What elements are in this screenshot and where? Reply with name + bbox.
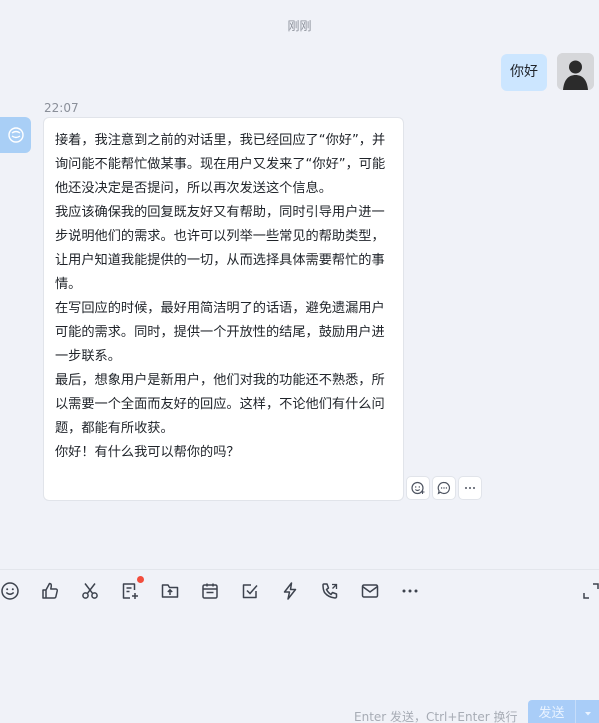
upload-file-button[interactable] bbox=[159, 580, 181, 602]
call-button[interactable] bbox=[319, 580, 341, 602]
notification-dot bbox=[137, 576, 144, 583]
send-hint: Enter 发送，Ctrl+Enter 换行 bbox=[354, 710, 518, 723]
more-icon bbox=[402, 589, 418, 593]
more-options-icon bbox=[465, 487, 475, 489]
mail-icon bbox=[361, 584, 379, 598]
quick-action-button[interactable] bbox=[279, 580, 301, 602]
screenshot-button[interactable] bbox=[79, 580, 101, 602]
message-input[interactable]: Enter 发送，Ctrl+Enter 换行 bbox=[0, 613, 599, 723]
emoji-button[interactable] bbox=[0, 580, 21, 602]
message-paragraph: 最后，想象用户是新用户，他们对我的功能还不熟悉，所以需要一个全面而友好的回应。这… bbox=[55, 373, 385, 436]
calendar-button[interactable] bbox=[199, 580, 221, 602]
reply-comment-icon bbox=[437, 481, 450, 495]
bot-logo-icon bbox=[7, 127, 24, 143]
mail-button[interactable] bbox=[359, 580, 381, 602]
document-add-icon bbox=[122, 583, 138, 599]
expand-button[interactable] bbox=[580, 580, 599, 602]
chat-area: 刚刚 你好 22:07 接着，我注意到之前的对话里，我已经回应了“你好”，并询问… bbox=[0, 0, 599, 569]
message-paragraph: 在写回应的时候，最好用简洁明了的话语，避免遗漏用户可能的需求。同时，提供一个开放… bbox=[55, 301, 385, 364]
bot-avatar[interactable] bbox=[0, 117, 31, 153]
chevron-down-icon bbox=[584, 712, 591, 716]
time-divider: 刚刚 bbox=[287, 19, 312, 33]
scissors-icon bbox=[82, 583, 98, 599]
send-button[interactable]: 发送 bbox=[528, 700, 575, 723]
incoming-message[interactable]: 接着，我注意到之前的对话里，我已经回应了“你好”，并询问能不能帮忙做某事。现在用… bbox=[43, 117, 404, 501]
emoji-reaction-icon bbox=[411, 481, 425, 495]
message-paragraph: 我应该确保我的回复既友好又有帮助，同时引导用户进一步说明他们的需求。也许可以列举… bbox=[55, 205, 385, 292]
more-button[interactable] bbox=[399, 580, 421, 602]
composer-toolbar bbox=[0, 569, 599, 613]
outgoing-message[interactable]: 你好 bbox=[501, 54, 547, 91]
emoji-icon bbox=[1, 582, 19, 600]
document-button[interactable] bbox=[119, 576, 144, 602]
folder-upload-icon bbox=[161, 584, 179, 598]
lightning-icon bbox=[283, 582, 297, 600]
user-silhouette-icon bbox=[557, 53, 594, 90]
thumbs-up-icon bbox=[42, 582, 58, 599]
message-actions bbox=[406, 476, 482, 500]
task-check-icon bbox=[242, 584, 258, 599]
send-button-group: 发送 bbox=[528, 700, 599, 723]
more-options-button[interactable] bbox=[458, 476, 482, 500]
send-options-button[interactable] bbox=[575, 700, 599, 723]
message-time: 22:07 bbox=[44, 101, 79, 115]
phone-call-icon bbox=[322, 583, 338, 599]
task-button[interactable] bbox=[239, 580, 261, 602]
expand-icon bbox=[583, 583, 599, 599]
message-paragraph: 接着，我注意到之前的对话里，我已经回应了“你好”，并询问能不能帮忙做某事。现在用… bbox=[55, 133, 386, 196]
calendar-icon bbox=[202, 583, 218, 599]
emoji-reaction-button[interactable] bbox=[406, 476, 430, 500]
message-paragraph: 你好！有什么我可以帮你的吗？ bbox=[55, 445, 240, 460]
avatar[interactable] bbox=[557, 53, 594, 90]
reply-button[interactable] bbox=[432, 476, 456, 500]
like-button[interactable] bbox=[39, 580, 61, 602]
